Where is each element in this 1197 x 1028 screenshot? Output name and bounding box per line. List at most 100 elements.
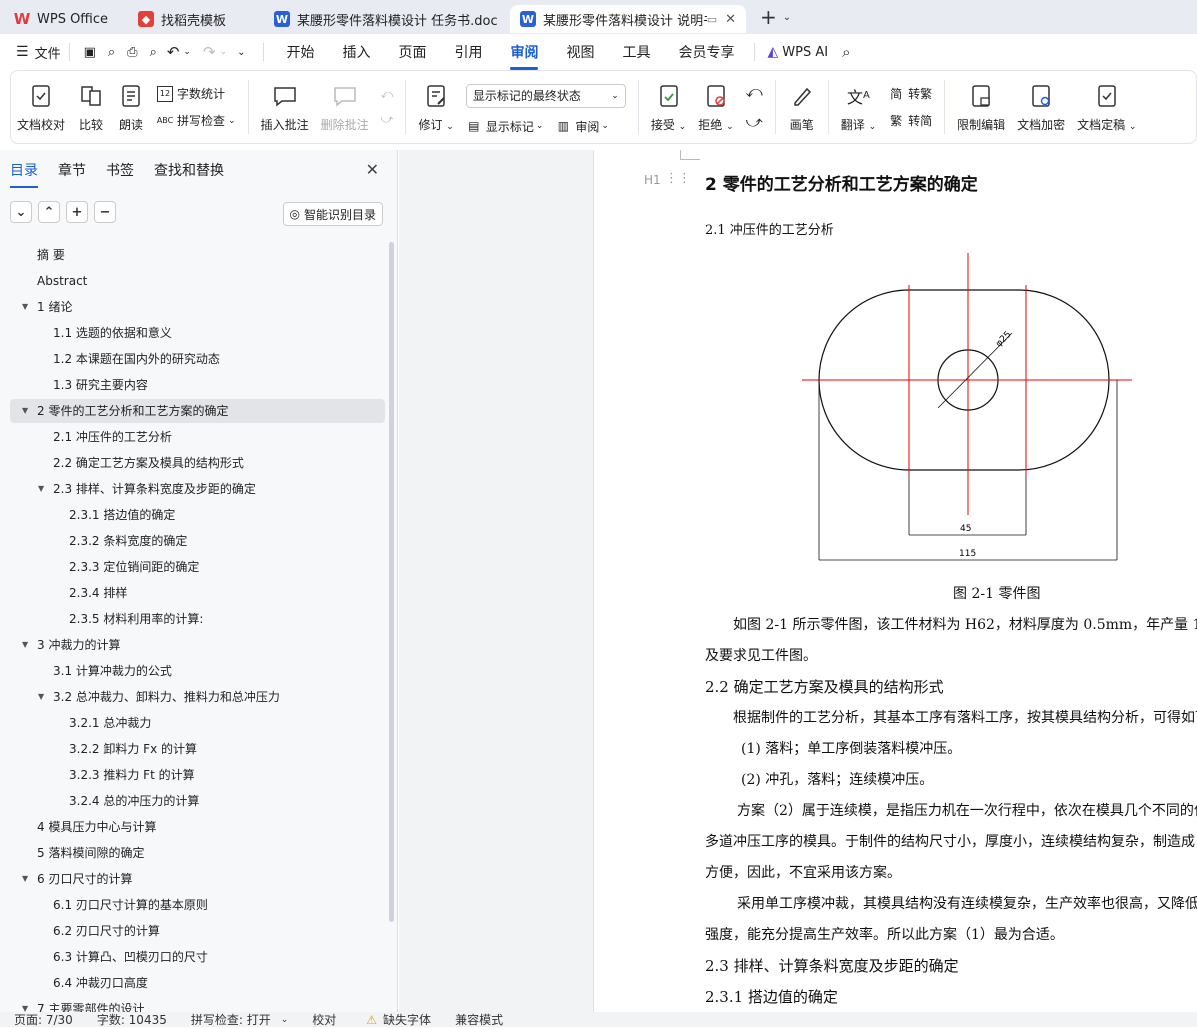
tab-spec-doc[interactable]: W 某腰形零件落料模设计 说明书 ▭ ✕ [510,5,746,33]
doc-check-button[interactable]: 文档校对 [11,74,71,140]
expand-arrow-icon[interactable]: ▼ [38,477,44,501]
redo-icon[interactable]: ↷ [203,43,216,61]
toc-item[interactable]: 摘 要 [37,243,65,267]
toc-item[interactable]: 2.3.2 条料宽度的确定 [69,529,187,553]
toc-item[interactable]: 1.3 研究主要内容 [53,373,148,397]
smart-toc-button[interactable]: ◎ 智能识别目录 [282,202,383,226]
read-aloud-button[interactable]: 朗读 [111,74,151,140]
toc-item[interactable]: ▼ 2 零件的工艺分析和工艺方案的确定 [10,399,385,423]
toc-item[interactable]: 6.2 刃口尺寸的计算 [53,919,160,943]
ink-button[interactable]: 画笔 [782,74,822,140]
to-simplified-button[interactable]: 繁转简 [888,112,932,129]
toc-item[interactable]: 3.2.1 总冲裁力 [69,711,151,735]
expand-arrow-icon[interactable]: ▼ [38,685,44,709]
menu-view[interactable]: 视图 [566,42,594,62]
toc-item[interactable]: 5 落料模间隙的确定 [37,841,144,865]
chevron-down-icon[interactable]: ⌄ [183,47,191,57]
remove-icon[interactable]: − [94,201,116,223]
next-revision-icon[interactable]: ⤻ [746,112,763,132]
toc-item[interactable]: 6.1 刃口尺寸计算的基本原则 [53,893,208,917]
expand-arrow-icon[interactable]: ▼ [22,399,28,423]
close-icon[interactable]: ✕ [366,160,379,179]
menu-home[interactable]: 开始 [286,42,314,62]
proofread-status[interactable]: 校对 [312,1011,336,1028]
show-markup-button[interactable]: ▤ 显示标记 ⌄ [466,118,543,135]
delete-comment-button[interactable]: 删除批注 [315,74,375,140]
close-icon[interactable]: ✕ [725,12,736,27]
expand-down-icon[interactable]: ⌄ [10,201,32,223]
toc-item[interactable]: ▼ 7 主要零部件的设计 [22,997,144,1012]
translate-button[interactable]: 文A 翻译 ⌄ [835,74,882,140]
insert-comment-button[interactable]: 插入批注 [255,74,315,140]
toc-item[interactable]: 2.2 确定工艺方案及模具的结构形式 [53,451,244,475]
menu-file[interactable]: 文件 [35,43,61,62]
document-page[interactable]: H1 ⋮⋮ 2 零件的工艺分析和工艺方案的确定 2.1 冲压件的工艺分析 φ25… [593,150,1197,1012]
next-comment-icon[interactable]: ⤻ [381,112,394,127]
menu-review[interactable]: 审阅 [510,42,539,70]
prev-comment-icon[interactable]: ⤺ [381,87,394,102]
print-icon[interactable]: ⎙ [127,45,137,60]
prev-revision-icon[interactable]: ⤺ [746,82,763,102]
markup-state-select[interactable]: 显示标记的最终状态 ⌄ [465,83,626,108]
menu-page[interactable]: 页面 [398,42,426,62]
toc-item[interactable]: 2.3.4 排样 [69,581,127,605]
tab-bookmarks[interactable]: 书签 [106,160,134,180]
toc-item[interactable]: 6.4 冲裁刃口高度 [53,971,148,995]
save-icon[interactable]: ▣ [84,45,96,60]
toc-item[interactable]: ▼ 6 刃口尺寸的计算 [22,867,132,891]
spell-check-status[interactable]: 拼写检查: 打开 [191,1011,271,1028]
word-count-button[interactable]: 12 字数统计 [157,85,236,102]
missing-font-status[interactable]: 缺失字体 [383,1011,431,1028]
toc-item[interactable]: 2.1 冲压件的工艺分析 [53,425,172,449]
toc-item[interactable]: ▼ 3.2 总冲裁力、卸料力、推料力和总冲压力 [38,685,280,709]
chevron-down-icon[interactable]: ⌄ [220,47,228,57]
tab-toc[interactable]: 目录 [10,160,38,188]
search-icon[interactable]: ⌕ [842,43,850,61]
more-icon[interactable]: ⌄ [237,47,245,58]
expand-arrow-icon[interactable]: ▼ [22,295,28,319]
toc-item[interactable]: 4 模具压力中心与计算 [37,815,156,839]
review-pane-button[interactable]: ▥ 审阅 ⌄ [555,118,609,135]
expand-arrow-icon[interactable]: ▼ [22,867,28,891]
menu-member[interactable]: 会员专享 [678,42,734,62]
finalize-button[interactable]: 文档定稿 ⌄ [1071,74,1142,140]
hamburger-icon[interactable]: ☰ [16,44,29,60]
tab-task-doc[interactable]: W 某腰形零件落料模设计 任务书.doc [264,5,504,33]
expand-arrow-icon[interactable]: ▼ [22,633,28,657]
menu-insert[interactable]: 插入 [342,42,370,62]
compare-button[interactable]: 比较 [71,74,111,140]
page-indicator[interactable]: 页面: 7/30 [14,1011,73,1028]
new-tab-icon[interactable]: + [760,5,777,29]
reject-button[interactable]: 拒绝 ⌄ [692,74,739,140]
chevron-down-icon[interactable]: ⌄ [783,12,791,23]
toc-item[interactable]: 2.3.1 搭边值的确定 [69,503,175,527]
tab-wps-office[interactable]: W WPS Office [4,5,122,33]
menu-wps-ai[interactable]: WPS AI [782,45,828,60]
drag-handle-icon[interactable]: ⋮⋮ [665,171,691,186]
collapse-up-icon[interactable]: ⌃ [38,201,60,223]
toc-item[interactable]: 3.1 计算冲裁力的公式 [53,659,172,683]
search-doc-icon[interactable]: ⌕ [108,45,115,60]
toc-item[interactable]: 1.1 选题的依据和意义 [53,321,172,345]
toc-item[interactable]: 3.2.4 总的冲压力的计算 [69,789,199,813]
tab-chapters[interactable]: 章节 [58,160,86,180]
toc-item[interactable]: 2.3.5 材料利用率的计算: [69,607,203,631]
menu-reference[interactable]: 引用 [454,42,482,62]
revise-button[interactable]: 修订 ⌄ [412,74,459,140]
to-traditional-button[interactable]: 简转繁 [888,85,932,102]
toc-item[interactable]: ▼ 1 绪论 [22,295,72,319]
print-preview-icon[interactable]: ⌕ [150,45,157,60]
toc-item[interactable]: 1.2 本课题在国内外的研究动态 [53,347,220,371]
toc-item[interactable]: ▼ 2.3 排样、计算条料宽度及步距的确定 [38,477,256,501]
toc-scrollbar[interactable] [389,242,394,922]
undo-icon[interactable]: ↶ [167,43,180,61]
tab-docer[interactable]: ◆ 找稻壳模板 [128,5,258,33]
spell-check-button[interactable]: ABC 拼写检查 ⌄ [157,112,236,129]
accept-button[interactable]: 接受 ⌄ [645,74,692,140]
toc-item[interactable]: Abstract [37,269,87,293]
toc-item[interactable]: 2.3.3 定位销间距的确定 [69,555,199,579]
tab-find-replace[interactable]: 查找和替换 [154,160,224,180]
encrypt-button[interactable]: 文档加密 [1011,74,1071,140]
restrict-edit-button[interactable]: 限制编辑 [951,74,1011,140]
monitor-icon[interactable]: ▭ [707,13,717,26]
